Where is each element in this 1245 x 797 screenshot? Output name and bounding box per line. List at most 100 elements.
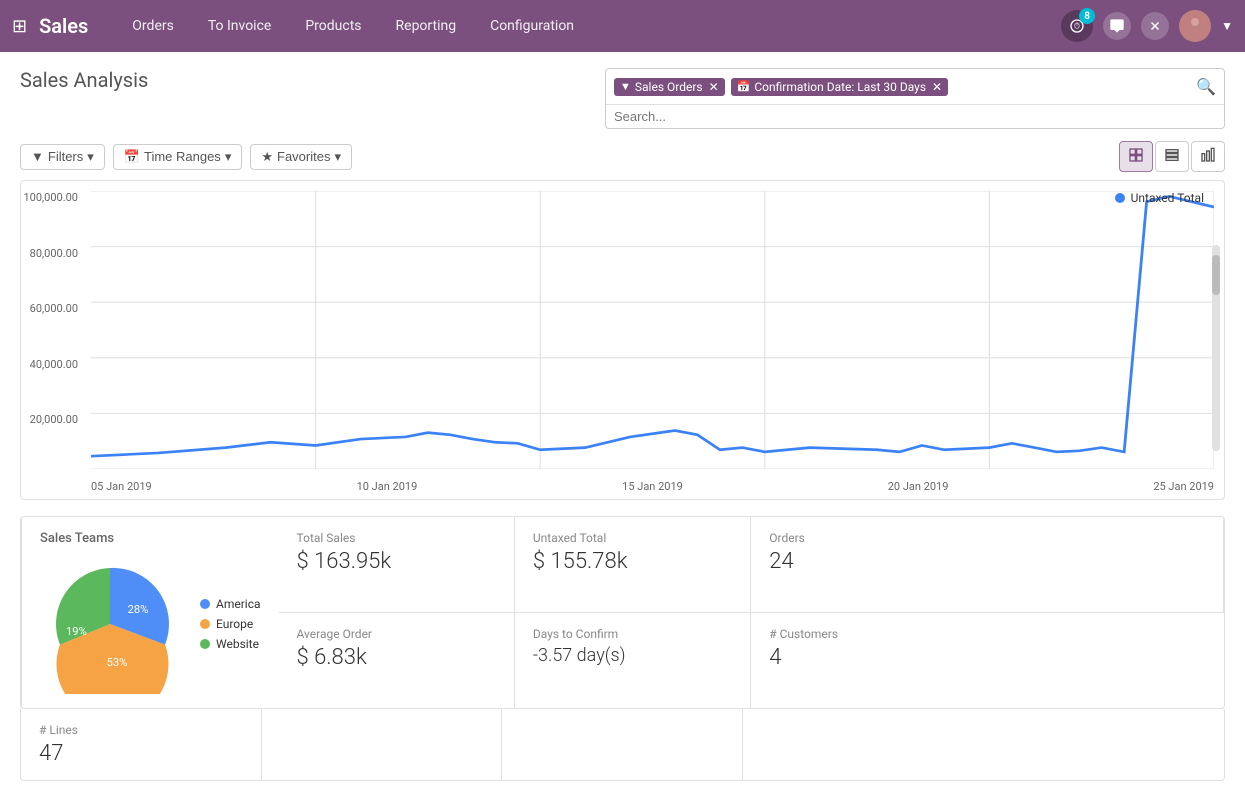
nav-to-invoice[interactable]: To Invoice [194,12,286,40]
view-toggle [1119,141,1225,172]
time-ranges-label: Time Ranges [144,149,221,164]
pie-label-america: 28% [128,603,149,616]
legend-label: Untaxed Total [1131,191,1204,205]
pivot-view-button[interactable] [1119,141,1153,172]
notification-button[interactable]: ⏱ 8 [1061,10,1093,42]
nav-reporting[interactable]: Reporting [382,12,471,40]
favorites-label: Favorites [277,149,330,164]
filter-tag-date-label: Confirmation Date: Last 30 Days [754,80,926,94]
top-navigation: ⊞ Sales Orders To Invoice Products Repor… [0,0,1245,52]
nav-products[interactable]: Products [291,12,375,40]
stat-days-value: -3.57 day(s) [533,645,732,666]
stat-orders-value: 24 [769,549,1205,574]
pie-legend-label-europe: Europe [216,617,253,631]
pie-legend-america: America [200,597,261,611]
chat-icon-btn[interactable] [1103,12,1131,40]
stat-days-to-confirm: Days to Confirm -3.57 day(s) [515,613,751,708]
search-button[interactable]: 🔍 [1196,77,1216,96]
stat-untaxed-label: Untaxed Total [533,531,732,545]
filter-tag-date-close[interactable]: ✕ [932,80,942,94]
grid-icon[interactable]: ⊞ [12,16,27,37]
y-label-4: 20,000.00 [30,413,78,426]
pie-legend-europe: Europe [200,617,261,631]
pie-legend-dot-america [200,599,210,609]
x-label-1: 10 Jan 2019 [357,480,418,493]
nav-configuration[interactable]: Configuration [476,12,588,40]
chart-legend: Untaxed Total [1115,191,1204,205]
search-input-row [606,105,1224,128]
calendar-icon: 📅 [124,149,140,165]
filter-tag-close[interactable]: ✕ [709,80,719,94]
sales-teams-cell: Sales Teams 28% 53% [21,517,279,708]
stat-lines-label: # Lines [39,723,243,737]
search-tags-row: ▼ Sales Orders ✕ 📅 Confirmation Date: La… [606,69,1224,105]
x-label-3: 20 Jan 2019 [888,480,949,493]
time-ranges-button[interactable]: 📅 Time Ranges ▾ [113,144,243,170]
filter-tag-confirmation-date: 📅 Confirmation Date: Last 30 Days ✕ [731,78,948,96]
pie-legend-dot-website [200,639,210,649]
favorites-button[interactable]: ★ Favorites ▾ [250,144,352,170]
y-label-1: 80,000.00 [30,247,78,260]
bar-view-button[interactable] [1191,141,1225,172]
x-label-2: 15 Jan 2019 [622,480,683,493]
chart-scrollbar-thumb[interactable] [1212,255,1220,295]
page-header: Sales Analysis ▼ Sales Orders ✕ 📅 Confir… [20,68,1225,129]
pie-chart-area: 28% 53% 19% America Europe Websi [40,554,261,694]
stat-total-sales-label: Total Sales [297,531,496,545]
notification-badge: 8 [1079,8,1095,24]
pie-legend: America Europe Website [200,597,261,651]
chart-scrollbar[interactable] [1212,245,1220,452]
pie-legend-dot-europe [200,619,210,629]
stat-orders: Orders 24 [751,517,1224,613]
y-label-2: 60,000.00 [30,302,78,315]
stat-lines-empty-1 [262,709,503,780]
avatar[interactable] [1179,10,1211,42]
favorites-chevron: ▾ [334,149,341,165]
stat-lines-value: 47 [39,741,243,766]
nav-orders[interactable]: Orders [118,12,188,40]
filter-tag-sales-orders: ▼ Sales Orders ✕ [614,78,725,96]
stat-untaxed-total: Untaxed Total $ 155.78k [515,517,751,613]
stat-lines: # Lines 47 [21,709,262,780]
page-content: Sales Analysis ▼ Sales Orders ✕ 📅 Confir… [0,52,1245,797]
sales-teams-title: Sales Teams [40,531,261,546]
search-input[interactable] [614,109,1216,124]
pie-label-website: 19% [66,625,87,638]
filter-icon: ▼ [31,149,44,164]
pie-legend-website: Website [200,637,261,651]
legend-dot [1115,193,1125,203]
stat-customers-label: # Customers [769,627,1206,641]
stats-grid: Total Sales $ 163.95k Untaxed Total $ 15… [20,516,1225,709]
toolbar: ▼ Filters ▾ 📅 Time Ranges ▾ ★ Favorites … [20,141,1225,172]
filter-tag-label: Sales Orders [635,80,703,94]
nav-right: ⏱ 8 ▼ [1061,10,1233,42]
stat-total-sales-value: $ 163.95k [297,549,496,574]
stat-untaxed-value: $ 155.78k [533,549,732,574]
x-label-0: 05 Jan 2019 [91,480,152,493]
time-ranges-chevron: ▾ [225,149,232,165]
chart-svg [91,191,1214,469]
svg-text:⏱: ⏱ [1074,22,1080,31]
y-axis-labels: 100,000.00 80,000.00 60,000.00 40,000.00… [21,191,86,469]
stat-avg-order-label: Average Order [297,627,496,641]
list-view-button[interactable] [1155,141,1189,172]
x-axis-labels: 05 Jan 2019 10 Jan 2019 15 Jan 2019 20 J… [91,480,1214,493]
star-icon: ★ [261,149,273,165]
pie-legend-label-america: America [216,597,261,611]
stat-customers: # Customers 4 [751,613,1224,708]
close-icon-btn[interactable] [1141,12,1169,40]
app-name: Sales [39,14,88,38]
stat-average-order: Average Order $ 6.83k [279,613,515,708]
avatar-dropdown-icon[interactable]: ▼ [1221,19,1233,33]
search-area: ▼ Sales Orders ✕ 📅 Confirmation Date: La… [605,68,1225,129]
x-label-4: 25 Jan 2019 [1153,480,1214,493]
stat-days-label: Days to Confirm [533,627,732,641]
stat-avg-order-value: $ 6.83k [297,645,496,670]
filters-chevron: ▾ [87,149,94,165]
pie-chart-svg: 28% 53% 19% [40,554,180,694]
calendar-icon: 📅 [737,80,751,93]
filters-button[interactable]: ▼ Filters ▾ [20,144,105,170]
lines-row: # Lines 47 [20,709,1225,781]
filter-icon: ▼ [620,80,631,93]
stat-orders-label: Orders [769,531,1205,545]
